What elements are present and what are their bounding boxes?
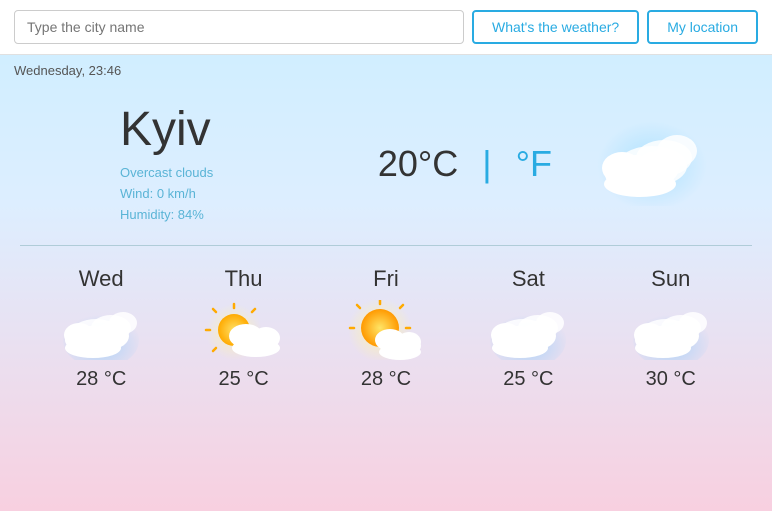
- forecast-temp-thu: 25 °C: [218, 368, 268, 391]
- day-label-sun: Sun: [651, 266, 690, 292]
- temp-celsius: 20°C: [378, 143, 458, 185]
- forecast-temp-sun: 30 °C: [646, 368, 696, 391]
- whats-weather-button[interactable]: What's the weather?: [472, 10, 639, 44]
- forecast-day-fri: Fri: [346, 266, 426, 391]
- temperature-section: 20°C | °F: [378, 143, 552, 185]
- forecast-temp-sat: 25 °C: [503, 368, 553, 391]
- current-weather-icon: [592, 116, 712, 211]
- day-label-fri: Fri: [373, 266, 399, 292]
- day-label-thu: Thu: [225, 266, 263, 292]
- datetime: Wednesday, 23:46: [0, 55, 772, 82]
- forecast-temp-fri: 28 °C: [361, 368, 411, 391]
- my-location-button[interactable]: My location: [647, 10, 758, 44]
- top-bar: What's the weather? My location: [0, 0, 772, 55]
- city-name: Kyiv: [120, 102, 338, 157]
- temp-divider: |: [482, 143, 491, 185]
- day-label-sat: Sat: [512, 266, 545, 292]
- city-info: Kyiv Overcast clouds Wind: 0 km/h Humidi…: [120, 102, 338, 225]
- weather-description: Overcast clouds Wind: 0 km/h Humidity: 8…: [120, 163, 338, 225]
- day-label-wed: Wed: [79, 266, 124, 292]
- forecast-day-thu: Thu: [204, 266, 284, 391]
- forecast-day-sun: Sun 30 °C: [631, 266, 711, 391]
- forecast-day-wed: Wed 28 °C: [61, 266, 141, 391]
- current-weather: Kyiv Overcast clouds Wind: 0 km/h Humidi…: [0, 82, 772, 245]
- forecast-day-sat: Sat 25 °C: [488, 266, 568, 391]
- city-input[interactable]: [14, 10, 464, 44]
- forecast-section: Wed 28 °C Thu: [0, 246, 772, 401]
- temp-fahrenheit[interactable]: °F: [516, 143, 552, 185]
- forecast-temp-wed: 28 °C: [76, 368, 126, 391]
